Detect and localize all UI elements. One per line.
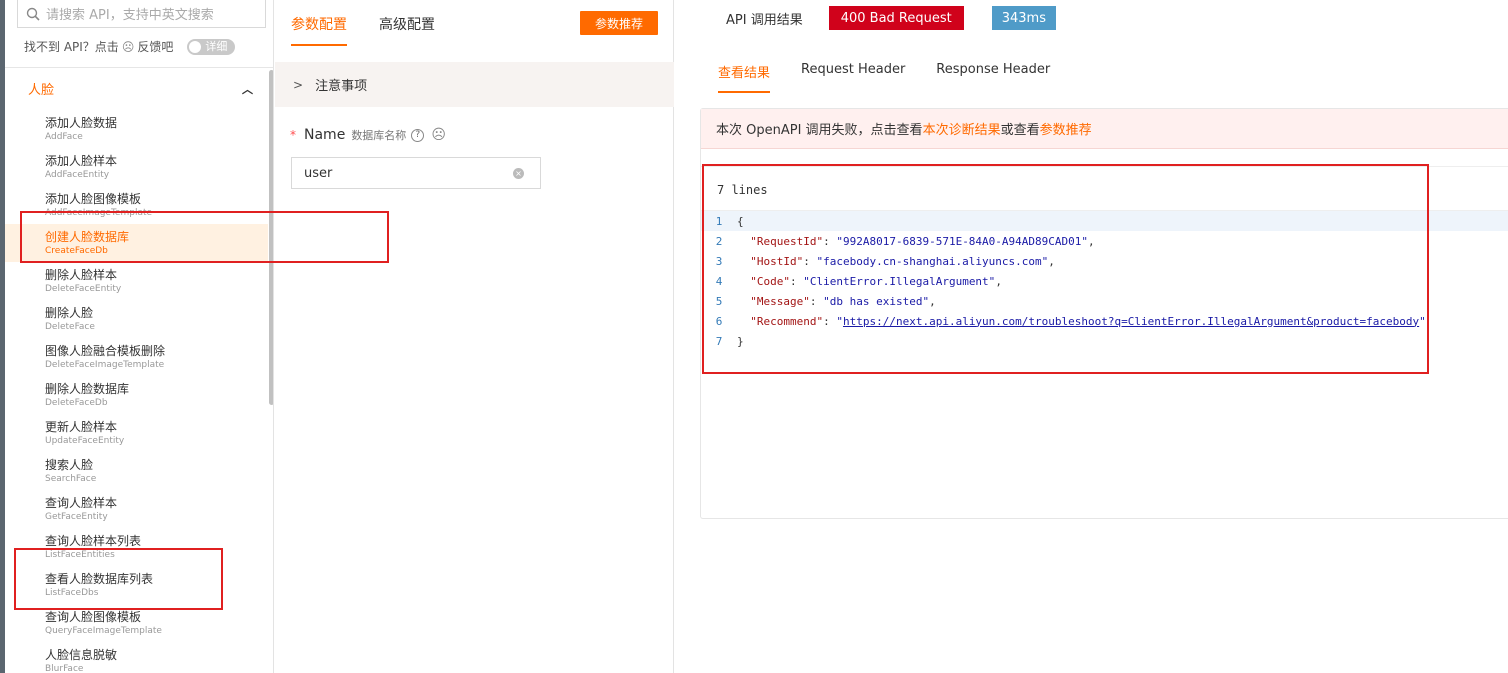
field-name: Name	[304, 127, 346, 143]
sidebar-item-deletefaceimagetemplate[interactable]: 图像人脸融合模板删除 DeleteFaceImageTemplate	[5, 338, 268, 376]
help-icon[interactable]: ?	[411, 128, 425, 142]
search-placeholder: 请搜索 API，支持中英文搜索	[46, 8, 214, 23]
sidebar-item-label: 人脸信息脱敏	[45, 648, 118, 662]
sidebar-item-blurface[interactable]: 人脸信息脱敏 BlurFace	[5, 642, 268, 673]
required-mark: *	[290, 128, 296, 142]
sidebar-divider	[5, 67, 273, 68]
sidebar-item-api-name: DeleteFaceDb	[45, 398, 108, 408]
tab-advanced-config[interactable]: 高级配置	[379, 0, 435, 46]
sidebar-item-label: 更新人脸样本	[45, 420, 118, 434]
alert-middle: 或查看	[1000, 123, 1040, 138]
sidebar-item-addfaceentity[interactable]: 添加人脸样本 AddFaceEntity	[5, 148, 268, 186]
sidebar-item-label: 查询人脸样本	[45, 496, 118, 510]
sidebar-item-label: 添加人脸图像模板	[45, 192, 142, 206]
error-alert: 本次 OpenAPI 调用失败，点击查看 本次诊断结果 或查看 参数推荐	[701, 109, 1508, 149]
detail-toggle[interactable]: 详细	[187, 38, 236, 55]
sidebar-item-api-name: DeleteFace	[45, 322, 95, 332]
feedback-text: 找不到 API？点击	[24, 40, 119, 54]
name-field-label: * Name 数据库名称 ? ☹	[290, 127, 446, 143]
sidebar-item-getfaceentity[interactable]: 查询人脸样本 GetFaceEntity	[5, 490, 268, 528]
alert-prefix: 本次 OpenAPI 调用失败，点击查看	[716, 123, 923, 138]
annotation-box-list-facedbs	[14, 548, 223, 610]
diagnosis-link[interactable]: 本次诊断结果	[923, 119, 1001, 138]
tab-param-config[interactable]: 参数配置	[291, 0, 347, 46]
sidebar-item-api-name: DeleteFaceImageTemplate	[45, 360, 165, 370]
status-badge: 400 Bad Request	[828, 6, 964, 30]
sidebar-item-api-name: GetFaceEntity	[45, 512, 108, 522]
group-label: 人脸	[28, 83, 55, 98]
sidebar-item-label: 查询人脸图像模板	[45, 610, 142, 624]
sidebar-item-api-name: DeleteFaceEntity	[45, 284, 122, 294]
param-panel: 参数配置 高级配置 参数推荐 > 注意事项 * Name 数据库名称 ? ☹ us…	[275, 0, 674, 673]
sidebar-item-deleteface[interactable]: 删除人脸 DeleteFace	[5, 300, 268, 338]
sidebar-item-label: 删除人脸样本	[45, 268, 118, 282]
sidebar-item-api-name: QueryFaceImageTemplate	[45, 626, 162, 636]
sidebar-item-updatefaceentity[interactable]: 更新人脸样本 UpdateFaceEntity	[5, 414, 268, 452]
clear-icon[interactable]: ×	[513, 168, 524, 179]
chevron-right-icon: >	[293, 77, 304, 92]
sidebar-item-api-name: SearchFace	[45, 474, 97, 484]
sad-face-feedback-icon[interactable]: ☹	[431, 127, 446, 143]
sidebar-item-label: 添加人脸数据	[45, 116, 118, 130]
sidebar-item-api-name: AddFace	[45, 132, 83, 142]
sidebar-item-addface[interactable]: 添加人脸数据 AddFace	[5, 110, 268, 148]
sidebar-item-api-name: BlurFace	[45, 664, 84, 673]
sidebar-item-label: 搜索人脸	[45, 458, 94, 472]
name-input-value: user	[304, 165, 333, 181]
sidebar-item-api-name: UpdateFaceEntity	[45, 436, 125, 446]
feedback-link[interactable]: 反馈吧	[137, 38, 173, 55]
name-input[interactable]: user ×	[291, 157, 541, 189]
field-description: 数据库名称	[351, 129, 407, 142]
sad-face-icon[interactable]: ☹	[122, 40, 135, 54]
annotation-box-create-facedb	[20, 211, 389, 263]
chevron-up-icon: ︿	[242, 82, 253, 96]
sidebar-item-api-name: AddFaceEntity	[45, 170, 110, 180]
feedback-row: 找不到 API？点击 ☹ 反馈吧 详细	[24, 38, 236, 55]
sidebar-item-label: 删除人脸	[45, 306, 94, 320]
sidebar-item-label: 删除人脸数据库	[45, 382, 130, 396]
search-icon	[26, 7, 40, 21]
sidebar-item-deletefacedb[interactable]: 删除人脸数据库 DeleteFaceDb	[5, 376, 268, 414]
notice-label: 注意事项	[315, 79, 368, 94]
sidebar-item-label: 添加人脸样本	[45, 154, 118, 168]
tab-response-header[interactable]: Response Header	[936, 56, 1050, 93]
sidebar-item-deletefaceentity[interactable]: 删除人脸样本 DeleteFaceEntity	[5, 262, 268, 300]
result-tabs: 查看结果 Request Header Response Header	[718, 56, 1081, 93]
result-title: API 调用结果	[726, 12, 803, 28]
param-tabs: 参数配置 高级配置	[291, 0, 467, 47]
sidebar-item-label: 查询人脸样本列表	[45, 534, 142, 548]
group-header-face[interactable]: 人脸 ︿	[28, 79, 253, 99]
time-badge: 343ms	[991, 6, 1056, 30]
param-recommend-link[interactable]: 参数推荐	[1040, 119, 1092, 138]
sidebar-item-searchface[interactable]: 搜索人脸 SearchFace	[5, 452, 268, 490]
tab-view-result[interactable]: 查看结果	[718, 56, 771, 93]
param-recommend-button[interactable]: 参数推荐	[580, 11, 658, 35]
api-search-input[interactable]: 请搜索 API，支持中英文搜索	[17, 0, 266, 28]
result-header: API 调用结果 400 Bad Request 343ms	[726, 6, 1056, 30]
annotation-box-response	[702, 164, 1429, 374]
tab-request-header[interactable]: Request Header	[801, 56, 905, 93]
sidebar-item-label: 图像人脸融合模板删除	[45, 344, 166, 358]
notice-collapse[interactable]: > 注意事项	[275, 62, 674, 107]
